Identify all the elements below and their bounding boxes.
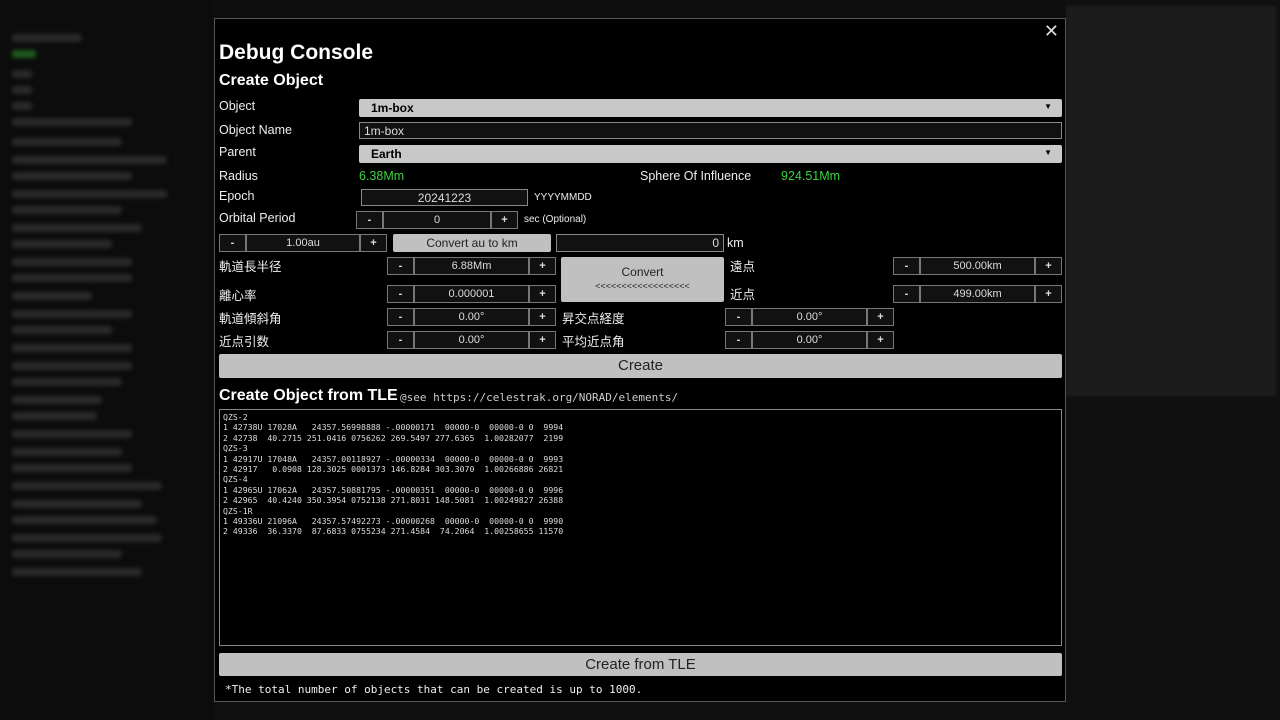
inclination-value[interactable]: 0.00° (414, 308, 529, 326)
object-name-input[interactable]: 1m-box (359, 122, 1062, 139)
decrement-button[interactable]: - (387, 331, 414, 349)
argument-of-periapsis-label: 近点引数 (219, 335, 270, 349)
decrement-button[interactable]: - (387, 285, 414, 303)
parent-select-value: Earth (371, 147, 402, 161)
epoch-input[interactable]: 20241223 (361, 189, 528, 206)
object-select[interactable]: 1m-box ▼ (359, 99, 1062, 117)
decrement-button[interactable]: - (387, 308, 414, 326)
au-value[interactable]: 1.00au (246, 234, 360, 252)
create-button[interactable]: Create (219, 354, 1062, 378)
parent-label: Parent (219, 145, 256, 159)
modal-title: Debug Console (219, 41, 374, 64)
epoch-label: Epoch (219, 189, 255, 203)
mean-anomaly-stepper[interactable]: - 0.00° + (725, 331, 894, 349)
create-from-tle-button[interactable]: Create from TLE (219, 653, 1062, 676)
background-sidebar (0, 0, 214, 720)
background-selected-object-panel (1066, 6, 1276, 396)
dropdown-arrow-icon: ▼ (1044, 148, 1052, 157)
periapsis-label: 近点 (730, 288, 756, 302)
increment-button[interactable]: + (529, 331, 556, 349)
decrement-button[interactable]: - (893, 257, 920, 275)
orbital-period-hint: sec (Optional) (524, 214, 587, 225)
object-label: Object (219, 99, 256, 113)
increment-button[interactable]: + (529, 308, 556, 326)
object-select-value: 1m-box (371, 101, 414, 115)
raan-stepper[interactable]: - 0.00° + (725, 308, 894, 326)
periapsis-value[interactable]: 499.00km (920, 285, 1035, 303)
inclination-label: 軌道傾斜角 (219, 312, 282, 326)
raan-value[interactable]: 0.00° (752, 308, 867, 326)
soi-label: Sphere Of Influence (640, 169, 752, 183)
eccentricity-label: 離心率 (219, 289, 257, 303)
convert-arrows: <<<<<<<<<<<<<<<<<< (595, 281, 690, 291)
decrement-button[interactable]: - (387, 257, 414, 275)
decrement-button[interactable]: - (725, 331, 752, 349)
create-from-tle-heading: Create Object from TLE (219, 387, 398, 404)
apoapsis-value[interactable]: 500.00km (920, 257, 1035, 275)
celestrak-link[interactable]: @see https://celestrak.org/NORAD/element… (400, 391, 678, 404)
increment-button[interactable]: + (1035, 257, 1062, 275)
raan-label: 昇交点経度 (562, 312, 625, 326)
orbital-period-label: Orbital Period (219, 211, 296, 225)
soi-value: 924.51Mm (781, 169, 841, 183)
semi-major-axis-label: 軌道長半径 (219, 260, 282, 274)
object-limit-note: *The total number of objects that can be… (225, 683, 643, 696)
increment-button[interactable]: + (529, 285, 556, 303)
increment-button[interactable]: + (360, 234, 387, 252)
mean-anomaly-value[interactable]: 0.00° (752, 331, 867, 349)
convert-button-label: Convert (621, 265, 664, 279)
eccentricity-stepper[interactable]: - 0.000001 + (387, 285, 556, 303)
km-input[interactable]: 0 (556, 234, 724, 252)
close-icon[interactable]: ✕ (1044, 21, 1059, 42)
increment-button[interactable]: + (1035, 285, 1062, 303)
convert-au-to-km-button[interactable]: Convert au to km (393, 234, 551, 252)
epoch-hint: YYYYMMDD (534, 192, 592, 203)
background-toolbar (214, 0, 1066, 18)
orbital-period-stepper[interactable]: - 0 + (356, 211, 518, 229)
convert-button[interactable]: Convert <<<<<<<<<<<<<<<<<< (561, 257, 724, 302)
decrement-button[interactable]: - (219, 234, 246, 252)
create-object-heading: Create Object (219, 72, 324, 89)
mean-anomaly-label: 平均近点角 (562, 335, 625, 349)
increment-button[interactable]: + (867, 331, 894, 349)
increment-button[interactable]: + (867, 308, 894, 326)
decrement-button[interactable]: - (893, 285, 920, 303)
increment-button[interactable]: + (529, 257, 556, 275)
semi-major-axis-value[interactable]: 6.88Mm (414, 257, 529, 275)
radius-value: 6.38Mm (359, 169, 405, 183)
argument-of-periapsis-stepper[interactable]: - 0.00° + (387, 331, 556, 349)
parent-select[interactable]: Earth ▼ (359, 145, 1062, 163)
decrement-button[interactable]: - (356, 211, 383, 229)
orbital-period-value[interactable]: 0 (383, 211, 491, 229)
apoapsis-label: 遠点 (730, 260, 756, 274)
inclination-stepper[interactable]: - 0.00° + (387, 308, 556, 326)
km-unit: km (727, 236, 744, 250)
dropdown-arrow-icon: ▼ (1044, 102, 1052, 111)
apoapsis-stepper[interactable]: - 500.00km + (893, 257, 1062, 275)
eccentricity-value[interactable]: 0.000001 (414, 285, 529, 303)
radius-label: Radius (219, 169, 258, 183)
tle-textarea[interactable]: QZS-2 1 42738U 17028A 24357.56998888 -.0… (219, 409, 1062, 646)
object-name-label: Object Name (219, 123, 292, 137)
argument-of-periapsis-value[interactable]: 0.00° (414, 331, 529, 349)
periapsis-stepper[interactable]: - 499.00km + (893, 285, 1062, 303)
increment-button[interactable]: + (491, 211, 518, 229)
semi-major-axis-stepper[interactable]: - 6.88Mm + (387, 257, 556, 275)
debug-console-modal: ✕ Debug Console Create Object Object 1m-… (214, 18, 1066, 702)
decrement-button[interactable]: - (725, 308, 752, 326)
au-stepper[interactable]: - 1.00au + (219, 234, 387, 252)
